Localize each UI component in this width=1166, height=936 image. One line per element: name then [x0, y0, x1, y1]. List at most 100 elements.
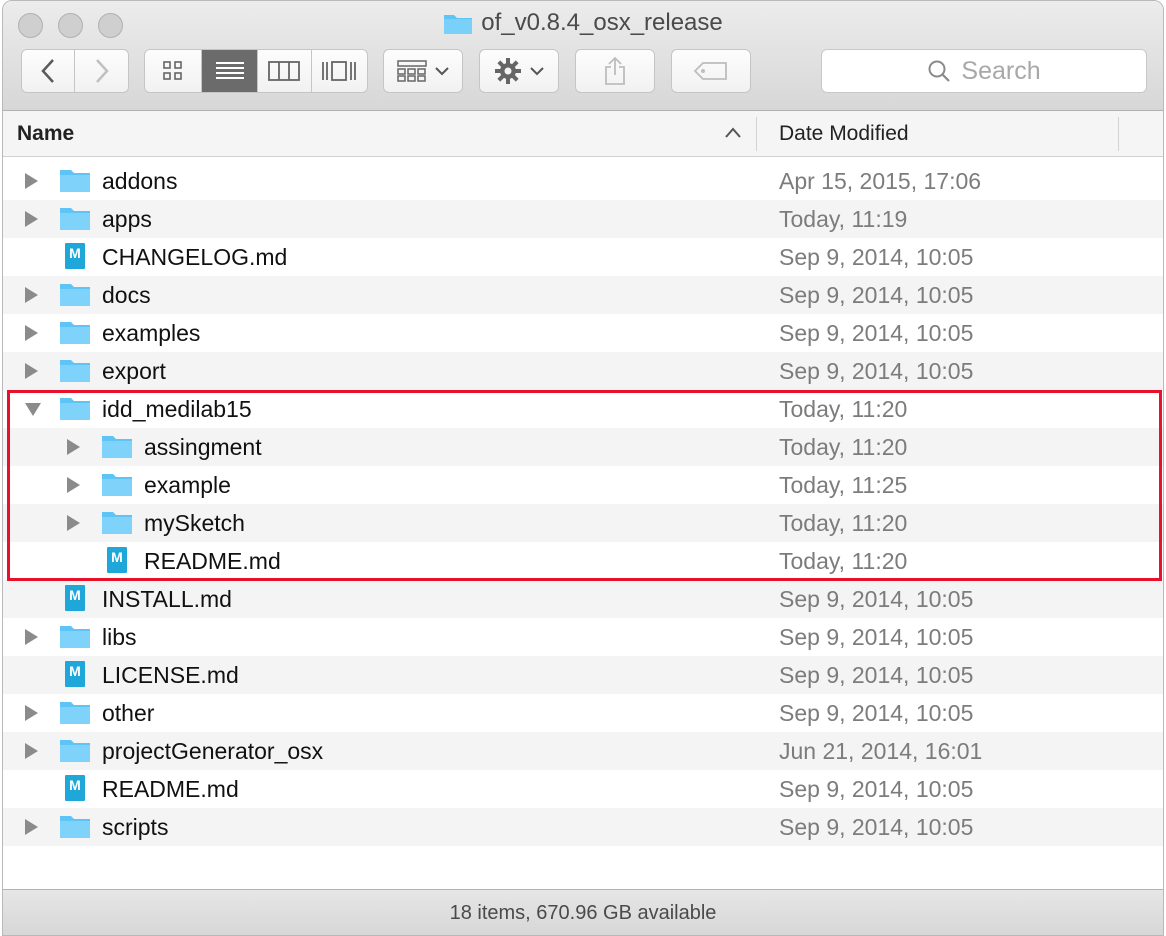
cover-flow-icon [322, 61, 357, 81]
file-date-modified: Today, 11:20 [779, 510, 908, 536]
folder-icon [60, 740, 90, 762]
file-name: README.md [144, 548, 281, 574]
chevron-down-icon [530, 67, 544, 76]
file-name: idd_medilab15 [102, 396, 252, 422]
file-row[interactable]: idd_medilab15 Today, 11:20 [3, 390, 1163, 428]
file-row[interactable]: projectGenerator_osx Jun 21, 2014, 16:01 [3, 732, 1163, 770]
edit-tags-button[interactable] [671, 49, 751, 93]
file-list: addons Apr 15, 2015, 17:06 apps Today, 11:1… [3, 162, 1163, 846]
file-row[interactable]: M README.md Sep 9, 2014, 10:05 [3, 770, 1163, 808]
file-date-modified: Jun 21, 2014, 16:01 [779, 738, 983, 764]
file-name: INSTALL.md [102, 586, 232, 612]
share-icon [605, 56, 625, 85]
file-row[interactable]: export Sep 9, 2014, 10:05 [3, 352, 1163, 390]
chevron-down-icon [435, 67, 449, 76]
file-row[interactable]: docs Sep 9, 2014, 10:05 [3, 276, 1163, 314]
file-name: libs [102, 624, 137, 650]
list-header: Name Date Modified [3, 111, 1163, 157]
column-header-name[interactable]: Name [17, 122, 74, 146]
file-date-modified: Today, 11:19 [779, 206, 908, 232]
file-date-modified: Sep 9, 2014, 10:05 [779, 624, 974, 650]
file-name: other [102, 700, 155, 726]
column-divider[interactable] [1118, 117, 1119, 151]
file-row[interactable]: examples Sep 9, 2014, 10:05 [3, 314, 1163, 352]
disclosure-open-icon[interactable] [25, 403, 41, 416]
column-header-date-modified[interactable]: Date Modified [779, 122, 909, 146]
disclosure-closed-icon[interactable] [67, 477, 80, 493]
file-name: mySketch [144, 510, 245, 536]
folder-icon [60, 322, 90, 344]
finder-window: of_v0.8.4_osx_release Search Name Date M… [2, 0, 1164, 936]
disclosure-closed-icon[interactable] [25, 705, 38, 721]
disclosure-closed-icon[interactable] [25, 173, 38, 189]
grid-icon [163, 61, 183, 80]
disclosure-closed-icon[interactable] [25, 287, 38, 303]
arrange-button[interactable] [383, 49, 463, 93]
status-text: 18 items, 670.96 GB available [449, 902, 717, 924]
disclosure-closed-icon[interactable] [25, 819, 38, 835]
list-icon [215, 62, 244, 79]
action-button[interactable] [479, 49, 559, 93]
disclosure-closed-icon[interactable] [25, 743, 38, 759]
file-row[interactable]: apps Today, 11:19 [3, 200, 1163, 238]
icon-view-button[interactable] [145, 50, 203, 92]
file-row[interactable]: assingment Today, 11:20 [3, 428, 1163, 466]
file-name: addons [102, 168, 178, 194]
disclosure-closed-icon[interactable] [25, 211, 38, 227]
cover-flow-button[interactable] [311, 50, 367, 92]
chevron-left-icon [41, 59, 54, 83]
share-button[interactable] [575, 49, 655, 93]
list-view-button[interactable] [202, 50, 258, 92]
folder-icon [444, 15, 473, 34]
forward-button[interactable] [75, 50, 128, 92]
file-name: example [144, 472, 231, 498]
folder-icon [60, 702, 90, 724]
file-name: assingment [144, 434, 262, 460]
disclosure-closed-icon[interactable] [67, 439, 80, 455]
file-row[interactable]: example Today, 11:25 [3, 466, 1163, 504]
file-row[interactable]: M CHANGELOG.md Sep 9, 2014, 10:05 [3, 238, 1163, 276]
file-row[interactable]: mySketch Today, 11:20 [3, 504, 1163, 542]
folder-icon [102, 436, 132, 458]
view-mode-selector [144, 49, 368, 93]
toolbar: of_v0.8.4_osx_release Search [3, 1, 1163, 111]
file-name: README.md [102, 776, 239, 802]
search-field[interactable]: Search [821, 49, 1147, 93]
file-row[interactable]: other Sep 9, 2014, 10:05 [3, 694, 1163, 732]
column-view-button[interactable] [257, 50, 312, 92]
markdown-file-icon: M [65, 775, 85, 801]
file-row[interactable]: M README.md Today, 11:20 [3, 542, 1163, 580]
folder-icon [60, 170, 90, 192]
file-name: examples [102, 320, 201, 346]
file-name: CHANGELOG.md [102, 244, 288, 270]
disclosure-closed-icon[interactable] [25, 325, 38, 341]
file-date-modified: Sep 9, 2014, 10:05 [779, 776, 974, 802]
disclosure-closed-icon[interactable] [67, 515, 80, 531]
arrange-icon [397, 60, 427, 82]
markdown-file-icon: M [65, 585, 85, 611]
file-date-modified: Sep 9, 2014, 10:05 [779, 700, 974, 726]
file-name: scripts [102, 814, 169, 840]
file-row[interactable]: addons Apr 15, 2015, 17:06 [3, 162, 1163, 200]
file-row[interactable]: M LICENSE.md Sep 9, 2014, 10:05 [3, 656, 1163, 694]
sort-ascending-icon[interactable] [723, 122, 743, 144]
markdown-file-icon: M [107, 547, 127, 573]
folder-icon [60, 208, 90, 230]
markdown-file-icon: M [65, 243, 85, 269]
folder-icon [102, 474, 132, 496]
gear-icon [495, 58, 521, 84]
disclosure-closed-icon[interactable] [25, 629, 38, 645]
file-date-modified: Today, 11:20 [779, 396, 908, 422]
file-row[interactable]: scripts Sep 9, 2014, 10:05 [3, 808, 1163, 846]
tag-icon [693, 62, 727, 80]
disclosure-closed-icon[interactable] [25, 363, 38, 379]
markdown-file-icon: M [65, 661, 85, 687]
window-title: of_v0.8.4_osx_release [3, 9, 1163, 37]
back-button[interactable] [22, 50, 76, 92]
file-row[interactable]: M INSTALL.md Sep 9, 2014, 10:05 [3, 580, 1163, 618]
folder-icon [60, 284, 90, 306]
folder-icon [102, 512, 132, 534]
file-row[interactable]: libs Sep 9, 2014, 10:05 [3, 618, 1163, 656]
column-divider[interactable] [756, 117, 757, 151]
history-nav [21, 49, 129, 93]
